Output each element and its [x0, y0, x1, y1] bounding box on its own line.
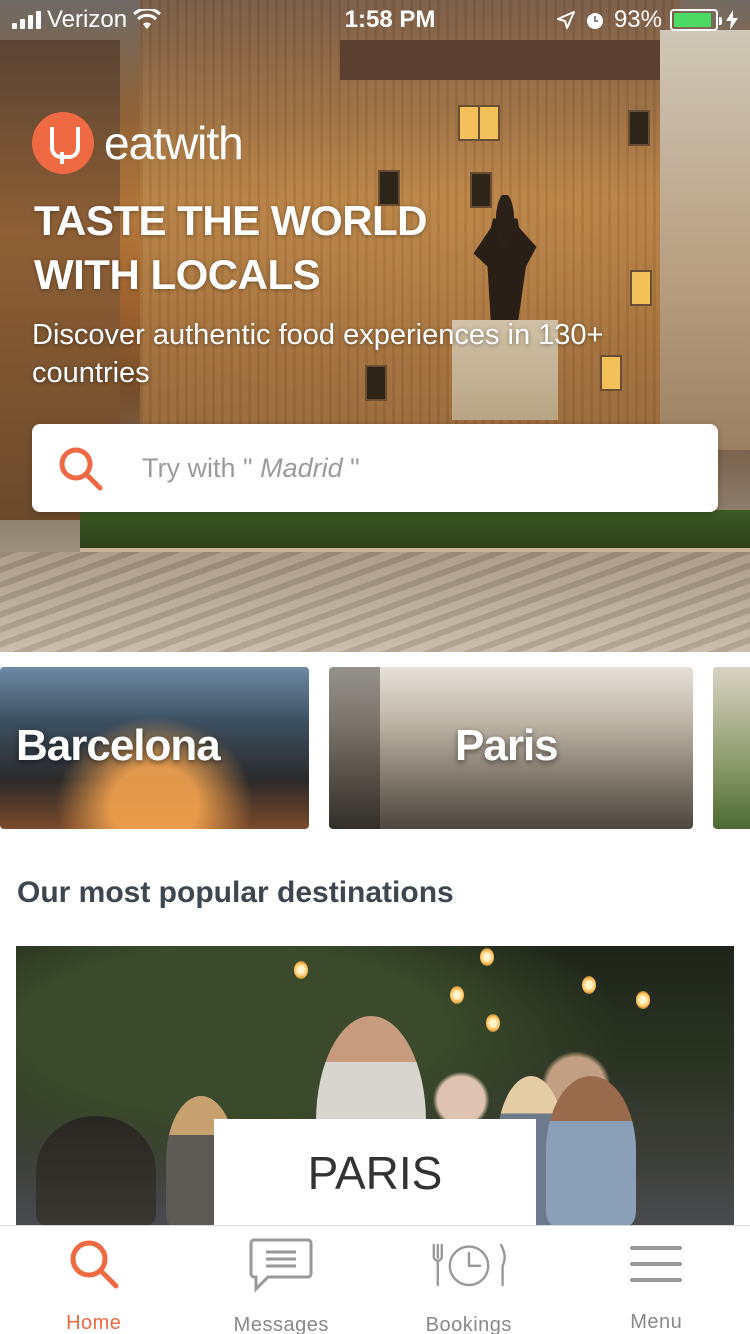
brand-logo: eatwith: [32, 112, 244, 174]
bookings-icon: [432, 1243, 506, 1287]
city-card-partial[interactable]: [713, 667, 750, 829]
status-bar: Verizon 1:58 PM 93%: [0, 0, 750, 40]
menu-icon: [630, 1245, 683, 1282]
tab-label: Bookings: [425, 1314, 512, 1334]
string-light: [294, 961, 308, 979]
tab-menu[interactable]: Menu: [563, 1226, 750, 1334]
chat-icon: [249, 1238, 313, 1293]
search-placeholder: Try with " Madrid ": [142, 452, 360, 483]
battery-icon: [670, 9, 722, 31]
featured-destination-card[interactable]: PARIS: [16, 946, 734, 1226]
tab-label: Messages: [233, 1314, 329, 1334]
alarm-icon: [586, 13, 603, 29]
hero-roof: [340, 40, 680, 80]
city-card-label: Paris: [455, 721, 559, 770]
section-title: Our most popular destinations: [17, 876, 454, 909]
hero-title: TASTE THE WORLD WITH LOCALS: [34, 197, 428, 298]
tab-label: Home: [66, 1312, 122, 1334]
string-light: [636, 991, 650, 1009]
string-light: [486, 1014, 500, 1032]
clock: 1:58 PM: [344, 6, 436, 33]
hero-subtitle: Discover authentic food experiences in 1…: [32, 319, 604, 389]
search-icon: [59, 447, 103, 491]
bottom-tab-bar: Home Messages Bookings Menu: [0, 1225, 750, 1334]
logo-mark-icon: [32, 112, 94, 174]
tab-home[interactable]: Home: [0, 1226, 188, 1334]
city-card-paris[interactable]: Paris: [329, 667, 693, 829]
city-card-label: Barcelona: [16, 721, 221, 770]
string-light: [450, 986, 464, 1004]
featured-city-label: PARIS: [214, 1119, 536, 1226]
search-icon: [70, 1240, 119, 1289]
tab-label: Menu: [630, 1311, 683, 1333]
string-light: [480, 948, 494, 966]
tab-messages[interactable]: Messages: [188, 1226, 376, 1334]
diner-figure: [36, 1116, 156, 1226]
wifi-icon: [133, 9, 162, 29]
hero-window: [630, 270, 652, 306]
diner-figure: [546, 1076, 636, 1226]
tab-bookings[interactable]: Bookings: [375, 1226, 563, 1334]
hero-window: [478, 105, 500, 141]
cobblestone-plaza: [0, 552, 750, 652]
charging-bolt-icon: [726, 10, 738, 30]
hedge: [80, 510, 750, 556]
battery-percent: 93%: [613, 6, 662, 33]
string-light: [582, 976, 596, 994]
carrier-name: Verizon: [47, 6, 128, 33]
brand-name: eatwith: [104, 117, 244, 169]
search-input[interactable]: Try with " Madrid ": [32, 424, 718, 512]
hero-building-right: [660, 30, 750, 450]
hero-window: [628, 110, 650, 146]
hero-window: [458, 105, 480, 141]
city-card-barcelona[interactable]: Barcelona: [0, 667, 309, 829]
location-arrow-icon: [556, 11, 575, 29]
signal-icon: [12, 11, 41, 29]
